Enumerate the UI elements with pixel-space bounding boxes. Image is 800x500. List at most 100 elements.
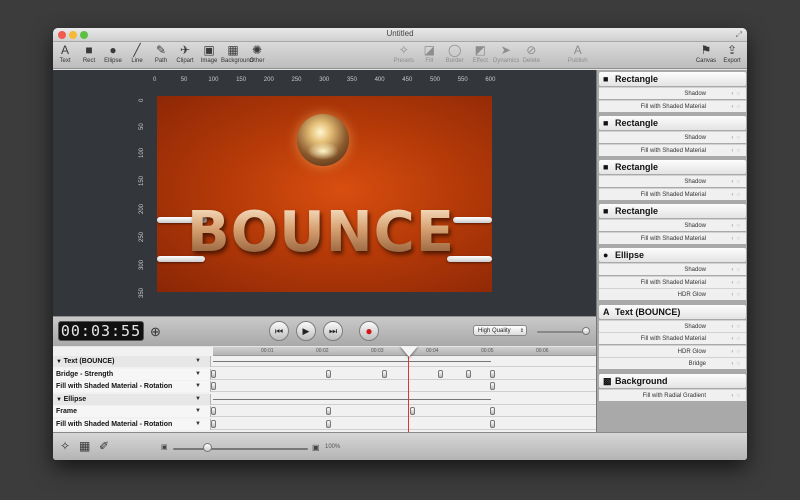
panel-object-header[interactable]: ● Ellipse bbox=[599, 248, 746, 262]
keyframe-handle[interactable] bbox=[490, 382, 495, 390]
panel-object-header[interactable]: ■ Rectangle bbox=[599, 204, 746, 218]
play-button[interactable]: ▶ bbox=[296, 321, 316, 341]
row-menu-chevron-icon[interactable]: ▼ bbox=[195, 356, 201, 367]
keyframe-handle[interactable] bbox=[326, 419, 331, 428]
panel-property-row[interactable]: HDR Glow ◐ ○ bbox=[599, 344, 746, 357]
toolbar-ellipse-button[interactable]: ● Ellipse bbox=[101, 43, 125, 68]
bounce-text[interactable]: BOUNCE bbox=[187, 200, 455, 265]
right-bar-top[interactable] bbox=[453, 217, 492, 223]
timeline-row[interactable]: Bridge - Strength ▼ bbox=[53, 368, 596, 380]
panel-object-header[interactable]: A Text (BOUNCE) bbox=[599, 304, 746, 319]
row-menu-chevron-icon[interactable]: ▼ bbox=[195, 419, 201, 430]
quality-select[interactable]: High Quality ⇕ bbox=[473, 325, 527, 336]
keyframe-handle[interactable] bbox=[326, 369, 331, 378]
toolbar-border-button[interactable]: ◯ Border bbox=[442, 43, 468, 68]
toolbar-dynamics-button[interactable]: ➤ Dynamics bbox=[493, 43, 519, 68]
panel-property-row[interactable]: Fill with Shaded Material ◐ ○ bbox=[599, 99, 746, 113]
toolbar-line-button[interactable]: ╱ Line bbox=[125, 43, 149, 68]
toolbar-path-button[interactable]: ✎ Path bbox=[149, 43, 173, 68]
keyframe-handle[interactable] bbox=[490, 419, 495, 428]
keyframe-handle[interactable] bbox=[410, 407, 415, 415]
quality-slider-thumb[interactable] bbox=[582, 327, 591, 335]
keyframe-handle[interactable] bbox=[438, 369, 443, 378]
panel-property-row[interactable]: Fill with Shaded Material ◐ ○ bbox=[599, 143, 746, 157]
panel-object-header[interactable]: ■ Rectangle bbox=[599, 116, 746, 130]
keyframe-handle[interactable] bbox=[466, 369, 471, 378]
property-toggle-icon[interactable]: ◐ ○ bbox=[731, 101, 740, 113]
toolbar-clipart-button[interactable]: ✈ Clipart bbox=[173, 43, 197, 68]
zoom-slider-thumb[interactable] bbox=[203, 443, 212, 452]
toolbar-export-button[interactable]: ⇪ Export bbox=[719, 43, 745, 68]
panel-property-row[interactable]: Bridge ◐ ○ bbox=[599, 357, 746, 369]
property-toggle-icon[interactable]: ◐ ○ bbox=[731, 390, 740, 402]
disclosure-triangle-icon[interactable]: ▼ bbox=[56, 359, 64, 365]
timeline-row[interactable]: ▼ Ellipse ▼ bbox=[53, 393, 596, 405]
keyframe-handle[interactable] bbox=[490, 407, 495, 415]
panel-property-row[interactable]: Fill with Radial Gradient ◐ ○ bbox=[599, 388, 746, 402]
property-toggle-icon[interactable]: ◐ ○ bbox=[731, 88, 740, 100]
panel-property-row[interactable]: Fill with Shaded Material ◐ ○ bbox=[599, 187, 746, 201]
property-toggle-icon[interactable]: ◐ ○ bbox=[731, 358, 740, 370]
row-menu-chevron-icon[interactable]: ▼ bbox=[195, 406, 201, 417]
keyframe-handle[interactable] bbox=[326, 407, 331, 415]
property-toggle-icon[interactable]: ◐ ○ bbox=[731, 220, 740, 232]
property-toggle-icon[interactable]: ◐ ○ bbox=[731, 321, 740, 333]
property-toggle-icon[interactable]: ◐ ○ bbox=[731, 333, 740, 345]
toolbar-publish-button[interactable]: A Publish bbox=[565, 43, 591, 68]
zoom-in-icon[interactable]: ▣ bbox=[312, 443, 320, 452]
panel-object-header[interactable]: ▩ Background bbox=[599, 373, 746, 388]
toolbar-presets-button[interactable]: ✧ Presets bbox=[391, 43, 417, 68]
toolbar-other-button[interactable]: ✺ Other bbox=[245, 43, 269, 68]
forward-button[interactable]: ⏭ bbox=[323, 321, 343, 341]
row-menu-chevron-icon[interactable]: ▼ bbox=[195, 381, 201, 392]
brush-icon[interactable]: ✐ bbox=[99, 439, 109, 453]
panel-property-row[interactable]: Fill with Shaded Material ◐ ○ bbox=[599, 332, 746, 344]
panel-object-header[interactable]: ■ Rectangle bbox=[599, 72, 746, 86]
keyframe-handle[interactable] bbox=[211, 419, 216, 428]
grid-icon[interactable]: ▦ bbox=[79, 439, 90, 453]
disclosure-triangle-icon[interactable]: ▼ bbox=[56, 397, 64, 403]
add-keyframe-icon[interactable]: ⊕ bbox=[150, 324, 161, 340]
keyframe-handle[interactable] bbox=[211, 382, 216, 390]
toolbar-text-button[interactable]: A Text bbox=[53, 43, 77, 68]
panel-property-row[interactable]: Shadow ◐ ○ bbox=[599, 87, 746, 99]
panel-property-row[interactable]: HDR Glow ◐ ○ bbox=[599, 288, 746, 300]
panel-property-row[interactable]: Shadow ◐ ○ bbox=[599, 175, 746, 187]
panel-object-header[interactable]: ■ Rectangle bbox=[599, 160, 746, 174]
magic-wand-icon[interactable]: ✧ bbox=[60, 439, 70, 453]
panel-property-row[interactable]: Fill with Shaded Material ◐ ○ bbox=[599, 275, 746, 289]
panel-property-row[interactable]: Shadow ◐ ○ bbox=[599, 219, 746, 231]
property-toggle-icon[interactable]: ◐ ○ bbox=[731, 132, 740, 144]
property-toggle-icon[interactable]: ◐ ○ bbox=[731, 145, 740, 157]
panel-property-row[interactable]: Fill with Shaded Material ◐ ○ bbox=[599, 231, 746, 245]
timeline-row[interactable]: Fill with Shaded Material - Rotation ▼ bbox=[53, 381, 596, 392]
row-menu-chevron-icon[interactable]: ▼ bbox=[195, 394, 201, 405]
timeline-row[interactable]: Fill with Shaded Material - Rotation ▼ bbox=[53, 418, 596, 430]
timeline-row[interactable]: ▼ Text (BOUNCE) ▼ bbox=[53, 356, 596, 367]
toolbar-delete-button[interactable]: ⊘ Delete bbox=[519, 43, 545, 68]
timeline-row[interactable]: Frame ▼ bbox=[53, 406, 596, 417]
panel-property-row[interactable]: Shadow ◐ ○ bbox=[599, 131, 746, 143]
keyframe-handle[interactable] bbox=[211, 369, 216, 378]
toolbar-canvas-button[interactable]: ⚑ Canvas bbox=[693, 43, 719, 68]
property-toggle-icon[interactable]: ◐ ○ bbox=[731, 277, 740, 289]
property-toggle-icon[interactable]: ◐ ○ bbox=[731, 233, 740, 245]
property-toggle-icon[interactable]: ◐ ○ bbox=[731, 289, 740, 301]
quality-slider[interactable] bbox=[537, 327, 591, 335]
keyframe-handle[interactable] bbox=[490, 369, 495, 378]
keyframe-handle[interactable] bbox=[211, 407, 216, 415]
canvas[interactable]: BOUNCE bbox=[157, 96, 492, 292]
zoom-out-icon[interactable]: ▣ bbox=[161, 443, 168, 451]
toolbar-background-button[interactable]: ▦ Background bbox=[221, 43, 253, 68]
record-button[interactable]: ● bbox=[359, 321, 379, 341]
panel-property-row[interactable]: Shadow ◐ ○ bbox=[599, 263, 746, 275]
panel-property-row[interactable]: Shadow ◐ ○ bbox=[599, 319, 746, 333]
property-toggle-icon[interactable]: ◐ ○ bbox=[731, 176, 740, 188]
toolbar-image-button[interactable]: ▣ Image bbox=[197, 43, 221, 68]
property-toggle-icon[interactable]: ◐ ○ bbox=[731, 189, 740, 201]
toolbar-rect-button[interactable]: ■ Rect bbox=[77, 43, 101, 68]
toolbar-fill-button[interactable]: ◪ Fill bbox=[417, 43, 443, 68]
rewind-button[interactable]: ⏮ bbox=[269, 321, 289, 341]
toolbar-effect-button[interactable]: ◩ Effect bbox=[468, 43, 494, 68]
fullscreen-icon[interactable]: ⤢ bbox=[736, 30, 742, 40]
